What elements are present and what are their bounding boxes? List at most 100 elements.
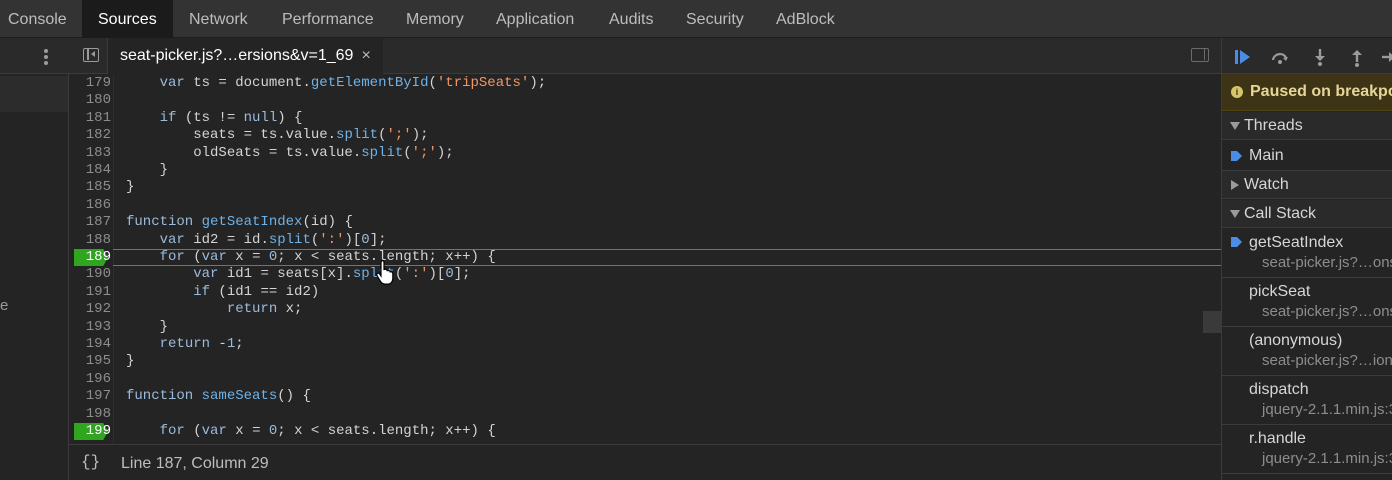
code-line[interactable]: 198 [69, 406, 1221, 423]
step-into-icon[interactable] [1310, 47, 1330, 67]
line-number[interactable]: 197 [69, 388, 111, 405]
file-tab[interactable]: seat-picker.js?…ersions&v=1_69 × [108, 38, 383, 74]
line-number[interactable]: 181 [69, 110, 111, 127]
tab-audits[interactable]: Audits [609, 0, 653, 38]
debugger-toolbar [1222, 38, 1392, 74]
line-number[interactable]: 199 [69, 423, 111, 440]
step-out-icon[interactable] [1347, 47, 1367, 67]
call-frame-item[interactable]: getSeatIndex seat-picker.js?…ons&v=1_69:… [1222, 229, 1392, 278]
line-number[interactable]: 193 [69, 319, 111, 336]
call-frame-item[interactable]: (anonymous) seat-picker.js?…ions&v=1_69:… [1222, 327, 1392, 376]
line-number[interactable]: 188 [69, 232, 111, 249]
code-line[interactable]: 187 function getSeatIndex(id) { [69, 214, 1221, 231]
source-text: function getSeatIndex(id) { [126, 214, 353, 231]
code-line[interactable]: 179 var ts = document.getElementById('tr… [69, 75, 1221, 92]
line-number[interactable]: 195 [69, 353, 111, 370]
line-number[interactable]: 189 [69, 249, 111, 266]
line-number[interactable]: 196 [69, 371, 111, 388]
line-number[interactable]: 184 [69, 162, 111, 179]
tab-application[interactable]: Application [496, 0, 574, 38]
navigator-selected-item[interactable] [0, 76, 68, 112]
line-number[interactable]: 182 [69, 127, 111, 144]
line-number[interactable]: 194 [69, 336, 111, 353]
call-stack-section-header[interactable]: Call Stack [1222, 200, 1392, 228]
paused-status-text: Paused on breakpoint [1250, 83, 1392, 100]
tab-performance[interactable]: Performance [282, 0, 374, 38]
call-frame-name: dispatch [1249, 381, 1309, 398]
file-tab-label: seat-picker.js?…ersions&v=1_69 [120, 47, 354, 64]
source-text: if (ts != null) { [159, 109, 303, 126]
tab-sources[interactable]: Sources [82, 0, 173, 38]
code-line[interactable]: 196 [69, 371, 1221, 388]
code-line[interactable]: 191 if (id1 == id2) [69, 284, 1221, 301]
editor-tab-bar: seat-picker.js?…ersions&v=1_69 × [69, 38, 1221, 74]
code-line[interactable]: 189 for (var x = 0; x < seats.length; x+… [69, 249, 1221, 266]
source-text: var ts = document.getElementById('tripSe… [159, 75, 547, 91]
tab-adblock[interactable]: AdBlock [776, 0, 835, 38]
step-icon[interactable] [1382, 47, 1392, 67]
code-line[interactable]: 181 if (ts != null) { [69, 110, 1221, 127]
debugger-toggle-icon[interactable] [1191, 48, 1209, 62]
close-icon[interactable]: × [361, 47, 370, 64]
line-number[interactable]: 180 [69, 92, 111, 109]
threads-section-header[interactable]: Threads [1222, 112, 1392, 140]
code-line[interactable]: 186 [69, 197, 1221, 214]
code-line[interactable]: 192 return x; [69, 301, 1221, 318]
call-frame-location: jquery-2.1.1.min.js:3 [1262, 450, 1392, 467]
code-editor: seat-picker.js?…ersions&v=1_69 × 179 var … [69, 38, 1221, 480]
resume-icon[interactable] [1232, 47, 1252, 67]
tab-security[interactable]: Security [686, 0, 744, 38]
code-line[interactable]: 188 var id2 = id.split(':')[0]; [69, 232, 1221, 249]
call-frame-location: jquery-2.1.1.min.js:3 [1262, 401, 1392, 418]
code-line[interactable]: 182 seats = ts.value.split(';'); [69, 127, 1221, 144]
navigator-truncated-label: e [0, 297, 9, 314]
code-line[interactable]: 184 } [69, 162, 1221, 179]
call-frame-item[interactable]: pickSeat seat-picker.js?…ons&v=1_69:213 [1222, 278, 1392, 327]
code-line[interactable]: 195} [69, 353, 1221, 370]
thread-item-main[interactable]: Main [1222, 141, 1392, 171]
source-text: return -1; [159, 336, 244, 352]
line-number[interactable]: 185 [69, 179, 111, 196]
code-line[interactable]: 193 } [69, 319, 1221, 336]
line-number[interactable]: 186 [69, 197, 111, 214]
line-number[interactable]: 187 [69, 214, 111, 231]
line-number[interactable]: 198 [69, 406, 111, 423]
code-area[interactable]: 179 var ts = document.getElementById('tr… [69, 75, 1221, 444]
code-line[interactable]: 194 return -1; [69, 336, 1221, 353]
pretty-print-button[interactable]: {} [81, 453, 100, 471]
chevron-down-icon [1230, 122, 1240, 130]
code-line[interactable]: 185} [69, 179, 1221, 196]
code-line[interactable]: 199 for (var x = 0; x < seats.length; x+… [69, 423, 1221, 440]
watch-section-header[interactable]: Watch [1222, 171, 1392, 199]
chevron-right-icon [1231, 180, 1239, 190]
mouse-pointer-icon [376, 259, 394, 285]
navigator-toggle-icon[interactable] [83, 48, 99, 62]
source-text: } [126, 179, 135, 196]
step-over-icon[interactable] [1270, 47, 1290, 67]
line-number[interactable]: 191 [69, 284, 111, 301]
current-frame-arrow-icon [1231, 151, 1242, 161]
source-text: return x; [226, 301, 303, 318]
devtools-tab-bar: Console Sources Network Performance Memo… [0, 0, 1392, 38]
tab-memory[interactable]: Memory [406, 0, 464, 38]
call-frame-item[interactable]: dispatch jquery-2.1.1.min.js:3 [1222, 376, 1392, 425]
code-line[interactable]: 180 [69, 92, 1221, 109]
tab-network[interactable]: Network [189, 0, 248, 38]
source-text: oldSeats = ts.value.split(';'); [126, 144, 454, 161]
line-number[interactable]: 192 [69, 301, 111, 318]
code-line[interactable]: 190 var id1 = seats[x].split(':')[0]; [69, 266, 1221, 283]
code-line[interactable]: 197 function sameSeats() { [69, 388, 1221, 405]
status-bar: {} Line 187, Column 29 [69, 444, 1221, 480]
kebab-menu-icon[interactable] [44, 49, 48, 65]
chevron-down-icon [1230, 210, 1240, 218]
source-text: for (var x = 0; x < seats.length; x++) { [159, 423, 496, 439]
line-number[interactable]: 179 [69, 75, 111, 92]
call-stack-title: Call Stack [1244, 205, 1317, 222]
line-number[interactable]: 190 [69, 266, 111, 283]
call-frame-item[interactable]: r.handle jquery-2.1.1.min.js:3 [1222, 425, 1392, 474]
line-number[interactable]: 183 [69, 145, 111, 162]
code-line[interactable]: 183 oldSeats = ts.value.split(';'); [69, 145, 1221, 162]
tab-console[interactable]: Console [8, 0, 67, 38]
call-frame-location: seat-picker.js?…ons&v=1_69:189 [1262, 254, 1392, 271]
info-icon: i [1231, 86, 1243, 98]
